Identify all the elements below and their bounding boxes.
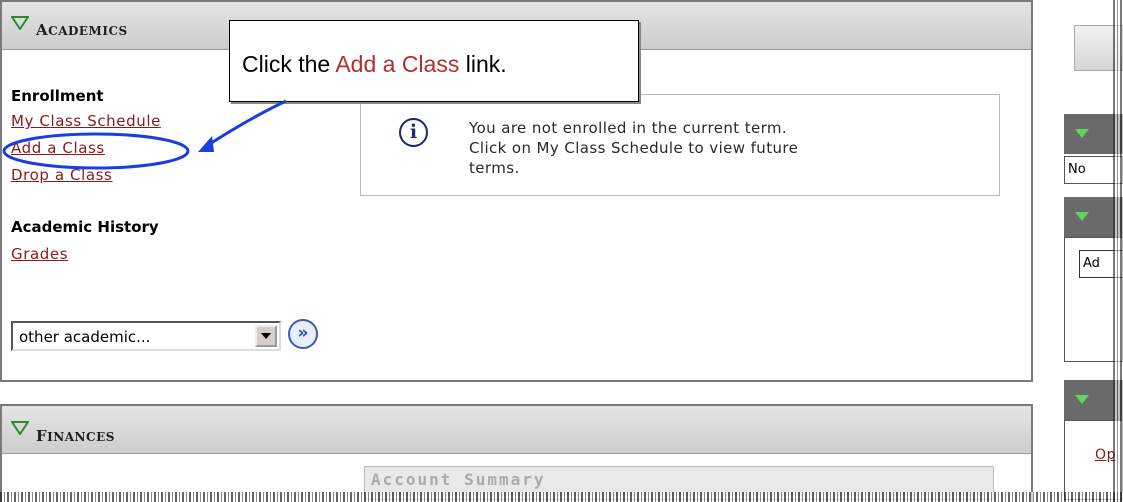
collapse-triangle-icon[interactable] — [1075, 129, 1089, 138]
notice-text: You are not enrolled in the current term… — [469, 119, 799, 177]
finances-header[interactable]: FINANCES — [2, 406, 1031, 454]
select-value: other academic... — [19, 328, 151, 346]
collapse-triangle-icon[interactable] — [1075, 212, 1089, 221]
go-arrow-icon[interactable]: » — [288, 319, 318, 349]
dropdown-arrow-icon[interactable] — [255, 325, 277, 347]
highlight-ellipse — [2, 132, 190, 170]
grades-link[interactable]: Grades — [11, 245, 68, 263]
pointer-arrow — [204, 99, 287, 149]
collapse-triangle-icon[interactable] — [1075, 395, 1089, 404]
academic-history-heading: Academic History — [11, 218, 159, 236]
sidebar-section-2-text: No — [1068, 162, 1086, 177]
info-icon: i — [399, 118, 428, 147]
finances-panel: FINANCES Account Summary — [0, 404, 1033, 502]
arrowhead-icon — [198, 136, 214, 152]
annotation-overlay — [2, 99, 287, 170]
notice-box: i You are not enrolled in the current te… — [360, 94, 1000, 196]
torn-edge-bottom — [0, 492, 1123, 502]
finances-title: FINANCES — [36, 427, 115, 445]
callout-link-text: Add a Class — [335, 51, 460, 77]
collapse-triangle-icon[interactable] — [10, 420, 30, 439]
other-academic-select[interactable]: other academic... — [11, 321, 281, 351]
account-summary-label: Account Summary — [371, 470, 546, 489]
torn-edge-right — [1113, 0, 1123, 502]
